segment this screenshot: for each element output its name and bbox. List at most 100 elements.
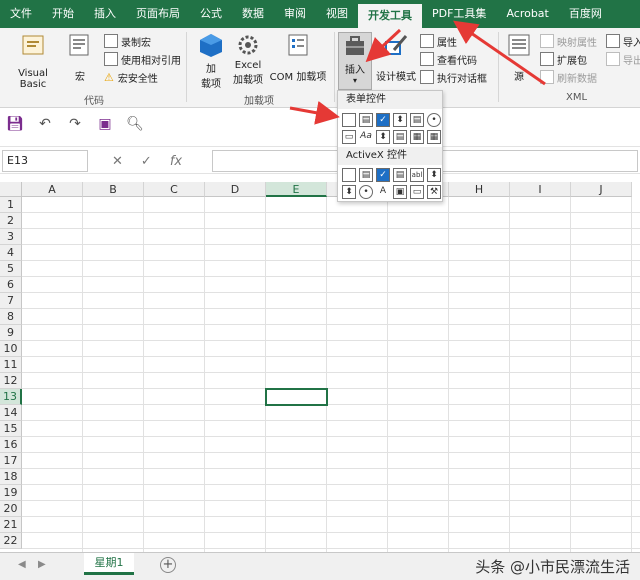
save-icon[interactable]: 💾︎ (6, 115, 24, 133)
tab-insert[interactable]: 插入 (84, 0, 126, 28)
macro-security-button[interactable]: ⚠ 宏安全性 (104, 68, 158, 86)
activex-button-control[interactable] (342, 168, 356, 182)
row-header-19[interactable]: 19 (0, 485, 22, 501)
form-scroll-bar-control[interactable]: ⬍ (376, 130, 390, 144)
activex-list-box-control[interactable]: ▤ (393, 168, 407, 182)
next-sheet-icon[interactable]: ▶ (38, 559, 46, 570)
selected-cell[interactable] (265, 388, 328, 406)
row-header-12[interactable]: 12 (0, 373, 22, 389)
map-properties-button[interactable]: 映射属性 (540, 32, 597, 50)
form-list-box-control[interactable]: ▤ (410, 113, 424, 127)
row-header-3[interactable]: 3 (0, 229, 22, 245)
visual-basic-button[interactable]: Visual Basic (4, 32, 62, 90)
row-header-8[interactable]: 8 (0, 309, 22, 325)
column-header-C[interactable]: C (144, 182, 205, 197)
form-button-control[interactable] (342, 113, 356, 127)
row-header-22[interactable]: 22 (0, 533, 22, 549)
xml-import-button[interactable]: 导入 (606, 32, 640, 50)
row-header-5[interactable]: 5 (0, 261, 22, 277)
column-header-J[interactable]: J (571, 182, 632, 197)
activex-combo-box-control[interactable]: ▤ (359, 168, 373, 182)
tab-view[interactable]: 视图 (316, 0, 358, 28)
xml-source-button[interactable]: 源 (504, 32, 534, 83)
activex-label-control[interactable]: A (376, 185, 390, 199)
form-combo-list-edit-control[interactable]: ▦ (410, 130, 424, 144)
column-header-I[interactable]: I (510, 182, 571, 197)
tab-review[interactable]: 审阅 (274, 0, 316, 28)
cancel-icon[interactable]: ✕ (112, 154, 123, 169)
confirm-icon[interactable]: ✓ (141, 154, 152, 169)
row-header-16[interactable]: 16 (0, 437, 22, 453)
function-icon[interactable]: fx (170, 154, 182, 169)
row-header-2[interactable]: 2 (0, 213, 22, 229)
row-header-11[interactable]: 11 (0, 357, 22, 373)
row-header-6[interactable]: 6 (0, 277, 22, 293)
design-mode-button[interactable]: 设计模式 (374, 32, 418, 83)
macro-button[interactable]: 宏 (66, 32, 94, 83)
form-option-button-control[interactable]: • (427, 113, 441, 127)
row-header-9[interactable]: 9 (0, 325, 22, 341)
addins-button[interactable]: 加 载项 (196, 32, 226, 90)
tab-acrobat[interactable]: Acrobat (496, 0, 558, 28)
refresh-data-button[interactable]: 刷新数据 (540, 68, 597, 86)
row-header-13[interactable]: 13 (0, 389, 22, 405)
column-header-D[interactable]: D (205, 182, 266, 197)
excel-addins-button[interactable]: Excel 加载项 (230, 32, 266, 86)
activex-option-button-control[interactable]: • (359, 185, 373, 199)
tab-data[interactable]: 数据 (232, 0, 274, 28)
prev-sheet-icon[interactable]: ◀ (18, 559, 26, 570)
activex-scroll-bar-control[interactable]: ⬍ (427, 168, 441, 182)
form-checkbox-control[interactable]: ✓ (376, 113, 390, 127)
properties-button[interactable]: 属性 (420, 32, 457, 50)
row-header-15[interactable]: 15 (0, 421, 22, 437)
row-header-20[interactable]: 20 (0, 501, 22, 517)
column-header-B[interactable]: B (83, 182, 144, 197)
activex-spin-button-control[interactable]: ⬍ (342, 185, 356, 199)
row-header-14[interactable]: 14 (0, 405, 22, 421)
add-sheet-icon[interactable]: + (160, 557, 176, 573)
view-code-button[interactable]: 查看代码 (420, 50, 477, 68)
form-group-box-control[interactable]: ▭ (342, 130, 356, 144)
row-header-10[interactable]: 10 (0, 341, 22, 357)
worksheet-grid[interactable]: ABCDEFGHIJ123456789101112131415161718192… (0, 182, 640, 552)
save-as-icon[interactable]: ▣ (96, 115, 114, 133)
run-dialog-button[interactable]: 执行对话框 (420, 68, 487, 86)
tab-pdf-tools[interactable]: PDF工具集 (422, 0, 496, 28)
undo-icon[interactable]: ↶ (36, 115, 54, 133)
select-all-corner[interactable] (0, 182, 22, 197)
tab-page-layout[interactable]: 页面布局 (126, 0, 190, 28)
activex-checkbox-control[interactable]: ✓ (376, 168, 390, 182)
column-header-A[interactable]: A (22, 182, 83, 197)
relative-reference-button[interactable]: 使用相对引用 (104, 50, 181, 68)
form-combo-dropdown-control[interactable]: ▦ (427, 130, 441, 144)
tab-baidu[interactable]: 百度网 (559, 0, 612, 28)
form-label-control[interactable]: Aa (359, 130, 373, 144)
record-macro-button[interactable]: 录制宏 (104, 32, 151, 50)
row-header-7[interactable]: 7 (0, 293, 22, 309)
redo-icon[interactable]: ↷ (66, 115, 84, 133)
tab-file[interactable]: 文件 (0, 0, 42, 28)
column-header-E[interactable]: E (266, 182, 327, 197)
row-header-1[interactable]: 1 (0, 197, 22, 213)
form-text-field-control[interactable]: ▤ (393, 130, 407, 144)
xml-export-button[interactable]: 导出 (606, 50, 640, 68)
com-addins-button[interactable]: COM 加载项 (268, 32, 328, 83)
activex-image-control[interactable]: ▣ (393, 185, 407, 199)
row-header-17[interactable]: 17 (0, 453, 22, 469)
activex-more-controls-control[interactable]: ⚒ (427, 185, 441, 199)
row-header-4[interactable]: 4 (0, 245, 22, 261)
sheet-tab[interactable]: 星期1 (84, 553, 134, 575)
activex-text-box-control[interactable]: abl (410, 168, 424, 182)
row-header-18[interactable]: 18 (0, 469, 22, 485)
expansion-pack-button[interactable]: 扩展包 (540, 50, 587, 68)
insert-control-button[interactable]: 插入 ▾ (338, 32, 372, 90)
tab-developer[interactable]: 开发工具 (358, 4, 422, 28)
row-header-21[interactable]: 21 (0, 517, 22, 533)
column-header-H[interactable]: H (449, 182, 510, 197)
name-box[interactable]: E13 (2, 150, 88, 172)
print-preview-icon[interactable]: 🔍︎ (126, 115, 144, 133)
tab-home[interactable]: 开始 (42, 0, 84, 28)
activex-toggle-button-control[interactable]: ▭ (410, 185, 424, 199)
form-spin-button-control[interactable]: ⬍ (393, 113, 407, 127)
form-combo-box-control[interactable]: ▤ (359, 113, 373, 127)
